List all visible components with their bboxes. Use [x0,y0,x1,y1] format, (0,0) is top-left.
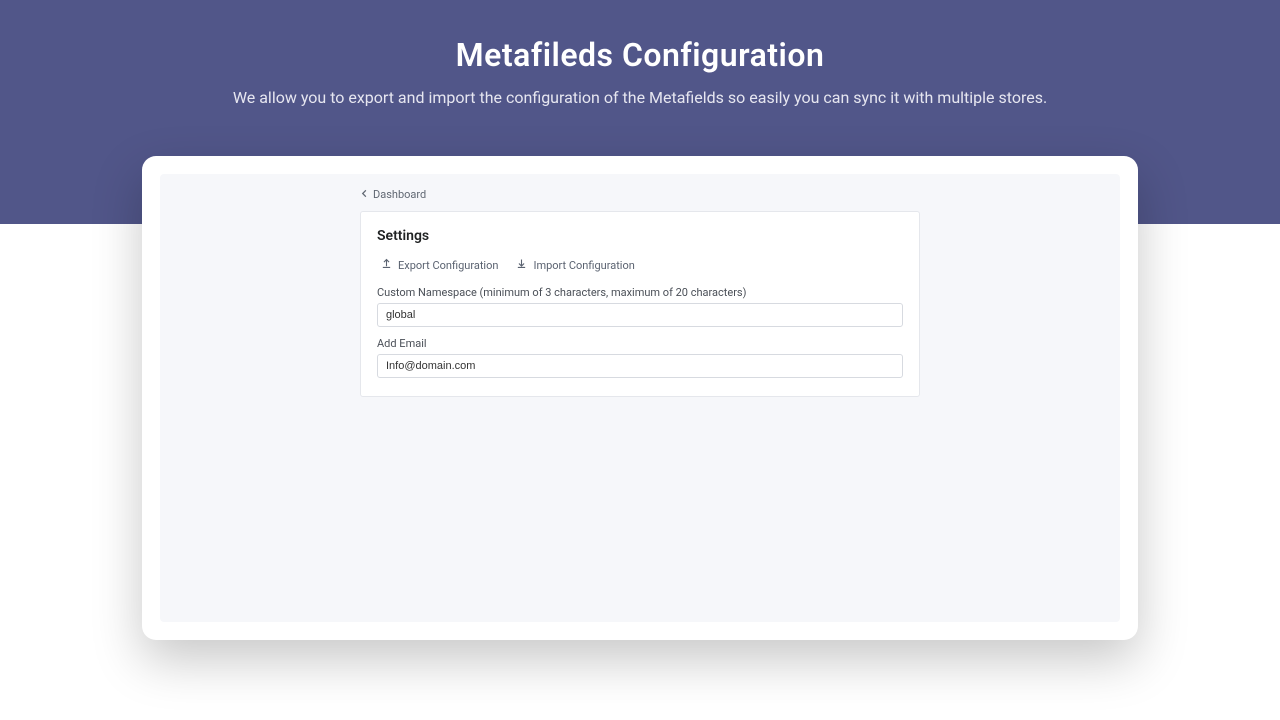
import-label: Import Configuration [533,259,634,272]
breadcrumb-label: Dashboard [373,188,426,201]
page-title: Metafileds Configuration [0,36,1280,74]
download-icon [516,258,527,272]
chevron-left-icon [360,188,369,201]
import-config-button[interactable]: Import Configuration [516,258,634,272]
email-field: Add Email [377,337,903,378]
namespace-label: Custom Namespace (minimum of 3 character… [377,286,903,299]
upload-icon [381,258,392,272]
page-subtitle: We allow you to export and import the co… [0,88,1280,107]
namespace-input[interactable] [377,303,903,327]
email-label: Add Email [377,337,903,350]
settings-panel: Settings Export Configuration Import Con… [360,211,920,397]
app-frame: Dashboard Settings Export Configuration … [160,174,1120,622]
email-input[interactable] [377,354,903,378]
export-config-button[interactable]: Export Configuration [381,258,498,272]
export-label: Export Configuration [398,259,498,272]
namespace-field: Custom Namespace (minimum of 3 character… [377,286,903,327]
breadcrumb[interactable]: Dashboard [360,188,1120,201]
screenshot-card: Dashboard Settings Export Configuration … [142,156,1138,640]
panel-actions: Export Configuration Import Configuratio… [381,258,903,272]
panel-heading: Settings [377,228,903,244]
